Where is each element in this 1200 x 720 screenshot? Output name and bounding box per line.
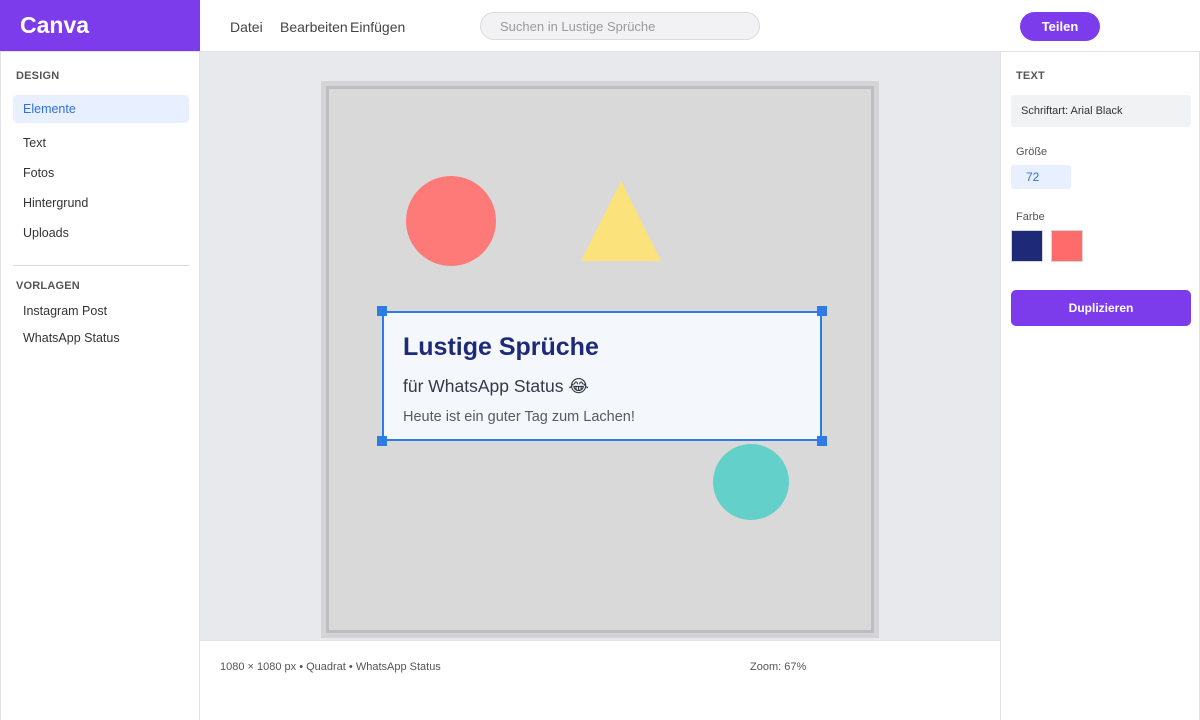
sidebar-item-photos[interactable]: Fotos <box>13 159 189 187</box>
canva-editor: Canva Datei Bearbeiten Einfügen Teilen D… <box>0 0 1200 720</box>
resize-handle-top-left[interactable] <box>377 306 387 316</box>
status-bar: 1080 × 1080 px • Quadrat • WhatsApp Stat… <box>200 640 1000 720</box>
search-input[interactable] <box>480 12 760 40</box>
left-sidebar: DESIGN Elemente Text Fotos Hintergrund U… <box>0 52 200 720</box>
top-bar: Canva Datei Bearbeiten Einfügen Teilen <box>0 0 1200 52</box>
template-item-whatsapp-status[interactable]: WhatsApp Status <box>13 324 189 352</box>
color-swatch-coral[interactable] <box>1051 230 1083 262</box>
share-button[interactable]: Teilen <box>1020 12 1100 41</box>
resize-handle-top-right[interactable] <box>817 306 827 316</box>
selected-text-box[interactable]: Lustige Sprüche für WhatsApp Status 😂 He… <box>377 306 827 446</box>
sidebar-divider <box>13 265 189 266</box>
panel-title: TEXT <box>1016 70 1045 82</box>
duplicate-button[interactable]: Duplizieren <box>1011 290 1191 326</box>
sidebar-item-uploads[interactable]: Uploads <box>13 219 189 247</box>
design-section-title: DESIGN <box>16 70 60 82</box>
color-label: Farbe <box>1016 211 1045 223</box>
color-swatch-navy[interactable] <box>1011 230 1043 262</box>
template-item-instagram-post[interactable]: Instagram Post <box>13 297 189 325</box>
properties-panel: TEXT Schriftart: Arial Black Größe Farbe… <box>1000 52 1200 720</box>
design-subtitle-text[interactable]: für WhatsApp Status 😂 <box>403 376 589 397</box>
sidebar-item-text[interactable]: Text <box>13 129 189 157</box>
teal-circle-shape[interactable] <box>713 444 789 520</box>
sidebar-item-elements[interactable]: Elemente <box>13 95 189 123</box>
sidebar-item-background[interactable]: Hintergrund <box>13 189 189 217</box>
canvas-area: Lustige Sprüche für WhatsApp Status 😂 He… <box>200 52 1000 640</box>
artboard-frame: Lustige Sprüche für WhatsApp Status 😂 He… <box>321 81 879 638</box>
font-size-input[interactable] <box>1011 165 1071 189</box>
templates-section-title: VORLAGEN <box>16 280 80 292</box>
font-selector[interactable]: Schriftart: Arial Black <box>1011 95 1191 127</box>
red-circle-shape[interactable] <box>406 176 496 266</box>
yellow-triangle-shape[interactable] <box>581 181 661 261</box>
zoom-level[interactable]: Zoom: 67% <box>750 661 806 673</box>
menu-edit[interactable]: Bearbeiten <box>280 19 348 35</box>
canvas-size-info: 1080 × 1080 px • Quadrat • WhatsApp Stat… <box>220 661 441 673</box>
menu-file[interactable]: Datei <box>230 19 263 35</box>
design-body-text[interactable]: Heute ist ein guter Tag zum Lachen! <box>403 409 635 425</box>
resize-handle-bottom-right[interactable] <box>817 436 827 446</box>
size-label: Größe <box>1016 146 1048 158</box>
resize-handle-bottom-left[interactable] <box>377 436 387 446</box>
design-title-text[interactable]: Lustige Sprüche <box>403 333 599 362</box>
artboard[interactable]: Lustige Sprüche für WhatsApp Status 😂 He… <box>326 86 874 633</box>
brand-logo[interactable]: Canva <box>0 0 200 51</box>
menu-insert[interactable]: Einfügen <box>350 19 405 35</box>
